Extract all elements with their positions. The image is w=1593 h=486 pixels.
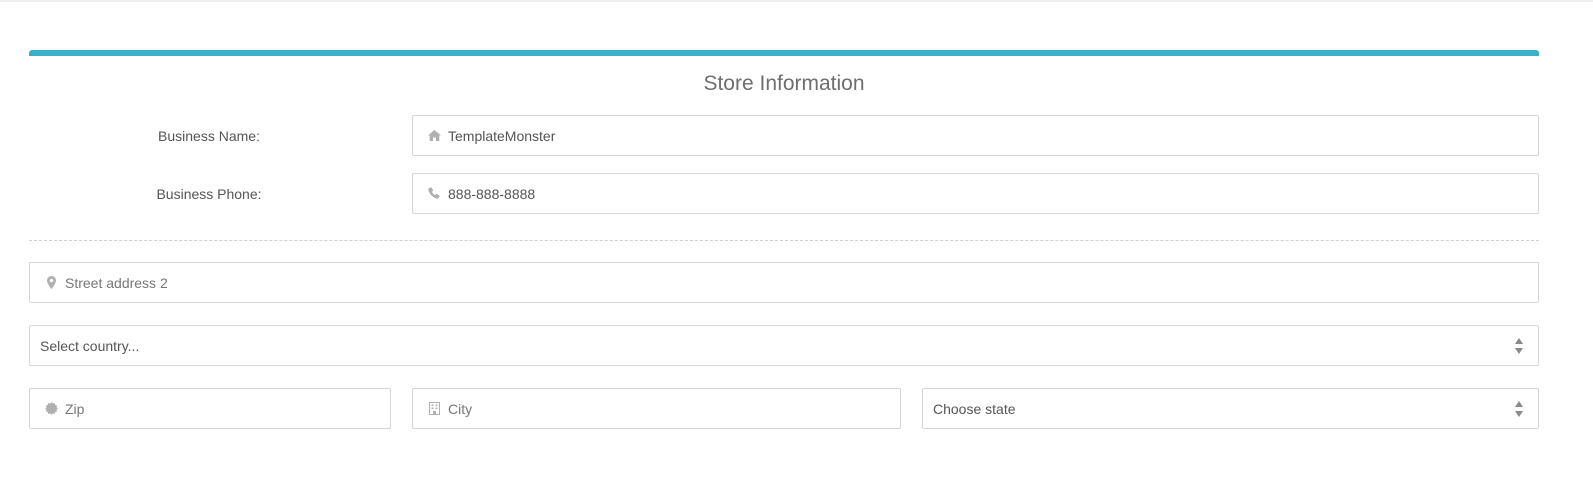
- home-icon: [427, 128, 441, 142]
- store-information-panel: Store Information Business Name: Busines…: [29, 50, 1539, 450]
- select-arrows-icon: [1514, 335, 1524, 357]
- building-icon: [427, 401, 441, 415]
- business-name-input[interactable]: [448, 116, 1528, 155]
- section-divider: [29, 240, 1539, 241]
- map-marker-icon: [44, 275, 58, 289]
- panel-accent-bar: [29, 50, 1539, 56]
- city-input[interactable]: [448, 389, 888, 428]
- street-address-2-field[interactable]: [29, 262, 1539, 303]
- business-name-label: Business Name:: [158, 128, 260, 144]
- country-select-value: Select country...: [40, 338, 140, 354]
- zip-input[interactable]: [65, 389, 375, 428]
- business-phone-field[interactable]: [412, 173, 1539, 214]
- business-phone-input[interactable]: [448, 174, 1528, 213]
- street-address-2-input[interactable]: [65, 263, 1525, 302]
- country-select[interactable]: Select country...: [29, 325, 1539, 366]
- state-select-value: Choose state: [933, 401, 1016, 417]
- business-name-field[interactable]: [412, 115, 1539, 156]
- state-select[interactable]: Choose state: [922, 388, 1539, 429]
- zip-field[interactable]: [29, 388, 391, 429]
- panel-title: Store Information: [703, 72, 865, 95]
- business-phone-label: Business Phone:: [156, 186, 262, 202]
- certificate-icon: [44, 401, 58, 415]
- phone-icon: [427, 186, 441, 200]
- top-rule: [0, 0, 1593, 2]
- city-field[interactable]: [412, 388, 901, 429]
- select-arrows-icon: [1514, 398, 1524, 420]
